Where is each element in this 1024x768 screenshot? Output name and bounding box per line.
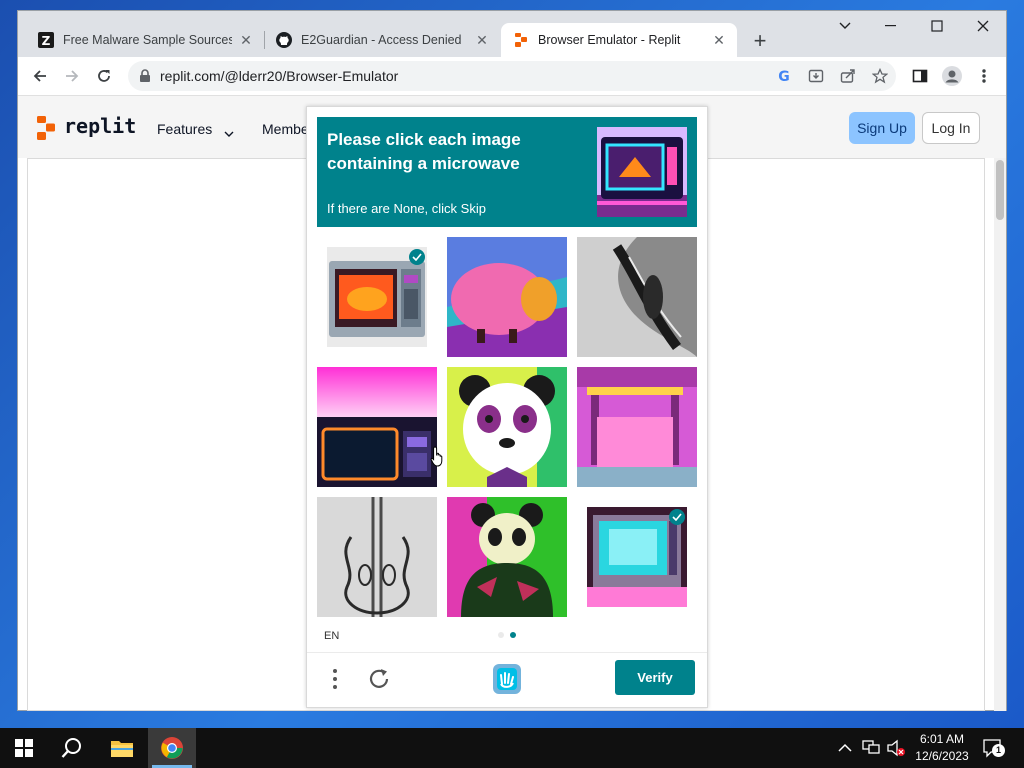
replit-icon bbox=[513, 32, 529, 48]
captcha-tile-4[interactable] bbox=[317, 367, 437, 487]
tab-e2guardian[interactable]: E2Guardian - Access Denied ✕ bbox=[264, 23, 500, 57]
close-window-icon[interactable] bbox=[960, 11, 1006, 41]
forward-arrow-icon[interactable] bbox=[62, 66, 82, 86]
file-explorer-icon[interactable] bbox=[98, 728, 146, 768]
tile-image-cyan-microwave bbox=[587, 507, 687, 607]
chevron-up-icon[interactable] bbox=[838, 740, 852, 758]
tab-title: Free Malware Sample Sources fo bbox=[63, 33, 232, 47]
minimize-icon[interactable] bbox=[868, 11, 914, 41]
footer-divider bbox=[307, 652, 707, 653]
hcaptcha-challenge: Please click each image containing a mic… bbox=[306, 106, 708, 708]
svg-text:G: G bbox=[778, 69, 790, 84]
prompt-title: Please click each image containing a mic… bbox=[327, 128, 577, 176]
volume-muted-icon[interactable] bbox=[886, 739, 906, 762]
scroll-thumb[interactable] bbox=[996, 160, 1004, 220]
tile-image-pink-sheep bbox=[447, 237, 567, 357]
tab-title: Browser Emulator - Replit bbox=[538, 33, 681, 47]
maximize-icon[interactable] bbox=[914, 11, 960, 41]
tile-image-microwave bbox=[327, 247, 427, 347]
refresh-challenge-icon[interactable] bbox=[365, 665, 395, 693]
captcha-tile-3[interactable] bbox=[577, 237, 697, 357]
tile-image-violin bbox=[577, 237, 697, 357]
prompt-line-1: Please click each image bbox=[327, 130, 521, 149]
profile-avatar-icon[interactable] bbox=[942, 66, 962, 86]
captcha-tile-2[interactable] bbox=[447, 237, 567, 357]
sign-up-button[interactable]: Sign Up bbox=[849, 112, 915, 144]
close-tab-icon[interactable]: ✕ bbox=[474, 32, 490, 48]
svg-text:Z: Z bbox=[42, 34, 51, 48]
windows-taskbar: 6:01 AM 12/6/2023 1 bbox=[0, 728, 1024, 768]
hand-cursor-icon bbox=[430, 446, 446, 473]
lock-icon[interactable] bbox=[139, 69, 151, 88]
tile-image-panda-face bbox=[447, 367, 567, 487]
google-icon[interactable]: G bbox=[776, 68, 792, 89]
hcaptcha-logo-icon[interactable] bbox=[489, 662, 525, 696]
chrome-taskbar-icon[interactable] bbox=[148, 728, 196, 768]
selected-check-icon bbox=[669, 509, 685, 525]
notification-count-badge: 1 bbox=[992, 744, 1005, 757]
bookmark-star-icon[interactable] bbox=[871, 67, 889, 89]
tile-image-neon-microwave bbox=[317, 367, 437, 487]
kebab-menu-icon[interactable] bbox=[974, 66, 994, 86]
language-selector[interactable]: EN bbox=[324, 630, 339, 642]
captcha-tile-7[interactable] bbox=[317, 497, 437, 617]
challenge-prompt: Please click each image containing a mic… bbox=[317, 117, 697, 227]
address-text[interactable]: replit.com/@lderr20/Browser-Emulator bbox=[160, 68, 398, 84]
captcha-tile-5[interactable] bbox=[447, 367, 567, 487]
prompt-subtitle: If there are None, click Skip bbox=[327, 201, 486, 216]
share-icon[interactable] bbox=[840, 68, 856, 89]
browser-toolbar: replit.com/@lderr20/Browser-Emulator G bbox=[18, 57, 1006, 95]
page-dot-1 bbox=[498, 632, 504, 638]
network-icon[interactable] bbox=[862, 739, 880, 760]
example-microwave-image bbox=[597, 127, 687, 217]
tile-image-panda-green bbox=[447, 497, 567, 617]
tab-search-icon[interactable] bbox=[822, 11, 868, 41]
install-app-icon[interactable] bbox=[808, 68, 824, 89]
tab-malware-sources[interactable]: Z Free Malware Sample Sources fo ✕ bbox=[26, 23, 264, 57]
reload-icon[interactable] bbox=[94, 66, 114, 86]
tab-title: E2Guardian - Access Denied bbox=[301, 33, 462, 47]
nav-members[interactable]: Membe bbox=[262, 121, 309, 137]
captcha-tile-8[interactable] bbox=[447, 497, 567, 617]
back-arrow-icon[interactable] bbox=[30, 66, 50, 86]
new-tab-button[interactable]: + bbox=[746, 27, 774, 55]
log-in-button[interactable]: Log In bbox=[922, 112, 980, 144]
selected-check-icon bbox=[409, 249, 425, 265]
clock-date[interactable]: 12/6/2023 bbox=[910, 749, 974, 763]
site-logo-text[interactable]: replit bbox=[64, 114, 136, 138]
captcha-tile-6[interactable] bbox=[577, 367, 697, 487]
prompt-line-2: containing a microwave bbox=[327, 154, 520, 173]
tile-image-pink-room bbox=[577, 367, 697, 487]
clock-time[interactable]: 6:01 AM bbox=[914, 732, 970, 746]
tile-image-violin-sketch bbox=[317, 497, 437, 617]
notification-icon[interactable]: 1 bbox=[982, 738, 1005, 758]
search-icon[interactable] bbox=[48, 728, 96, 768]
page-scrollbar[interactable] bbox=[994, 158, 1006, 711]
address-bar[interactable]: replit.com/@lderr20/Browser-Emulator G bbox=[128, 61, 896, 91]
zeltser-z-icon: Z bbox=[38, 32, 54, 48]
chevron-down-icon[interactable] bbox=[224, 125, 234, 143]
verify-button[interactable]: Verify bbox=[615, 660, 695, 695]
github-icon bbox=[276, 32, 292, 48]
tab-browser-emulator[interactable]: Browser Emulator - Replit ✕ bbox=[501, 23, 737, 57]
captcha-tile-1[interactable] bbox=[317, 237, 437, 357]
nav-features[interactable]: Features bbox=[157, 121, 212, 137]
page-dot-2 bbox=[510, 632, 516, 638]
captcha-tile-9[interactable] bbox=[577, 497, 697, 617]
side-panel-icon[interactable] bbox=[910, 66, 930, 86]
close-tab-icon[interactable]: ✕ bbox=[238, 32, 254, 48]
close-tab-icon[interactable]: ✕ bbox=[711, 32, 727, 48]
replit-logo-icon[interactable] bbox=[36, 116, 56, 145]
windows-start-icon[interactable] bbox=[0, 728, 48, 768]
captcha-menu-icon[interactable] bbox=[325, 665, 345, 693]
